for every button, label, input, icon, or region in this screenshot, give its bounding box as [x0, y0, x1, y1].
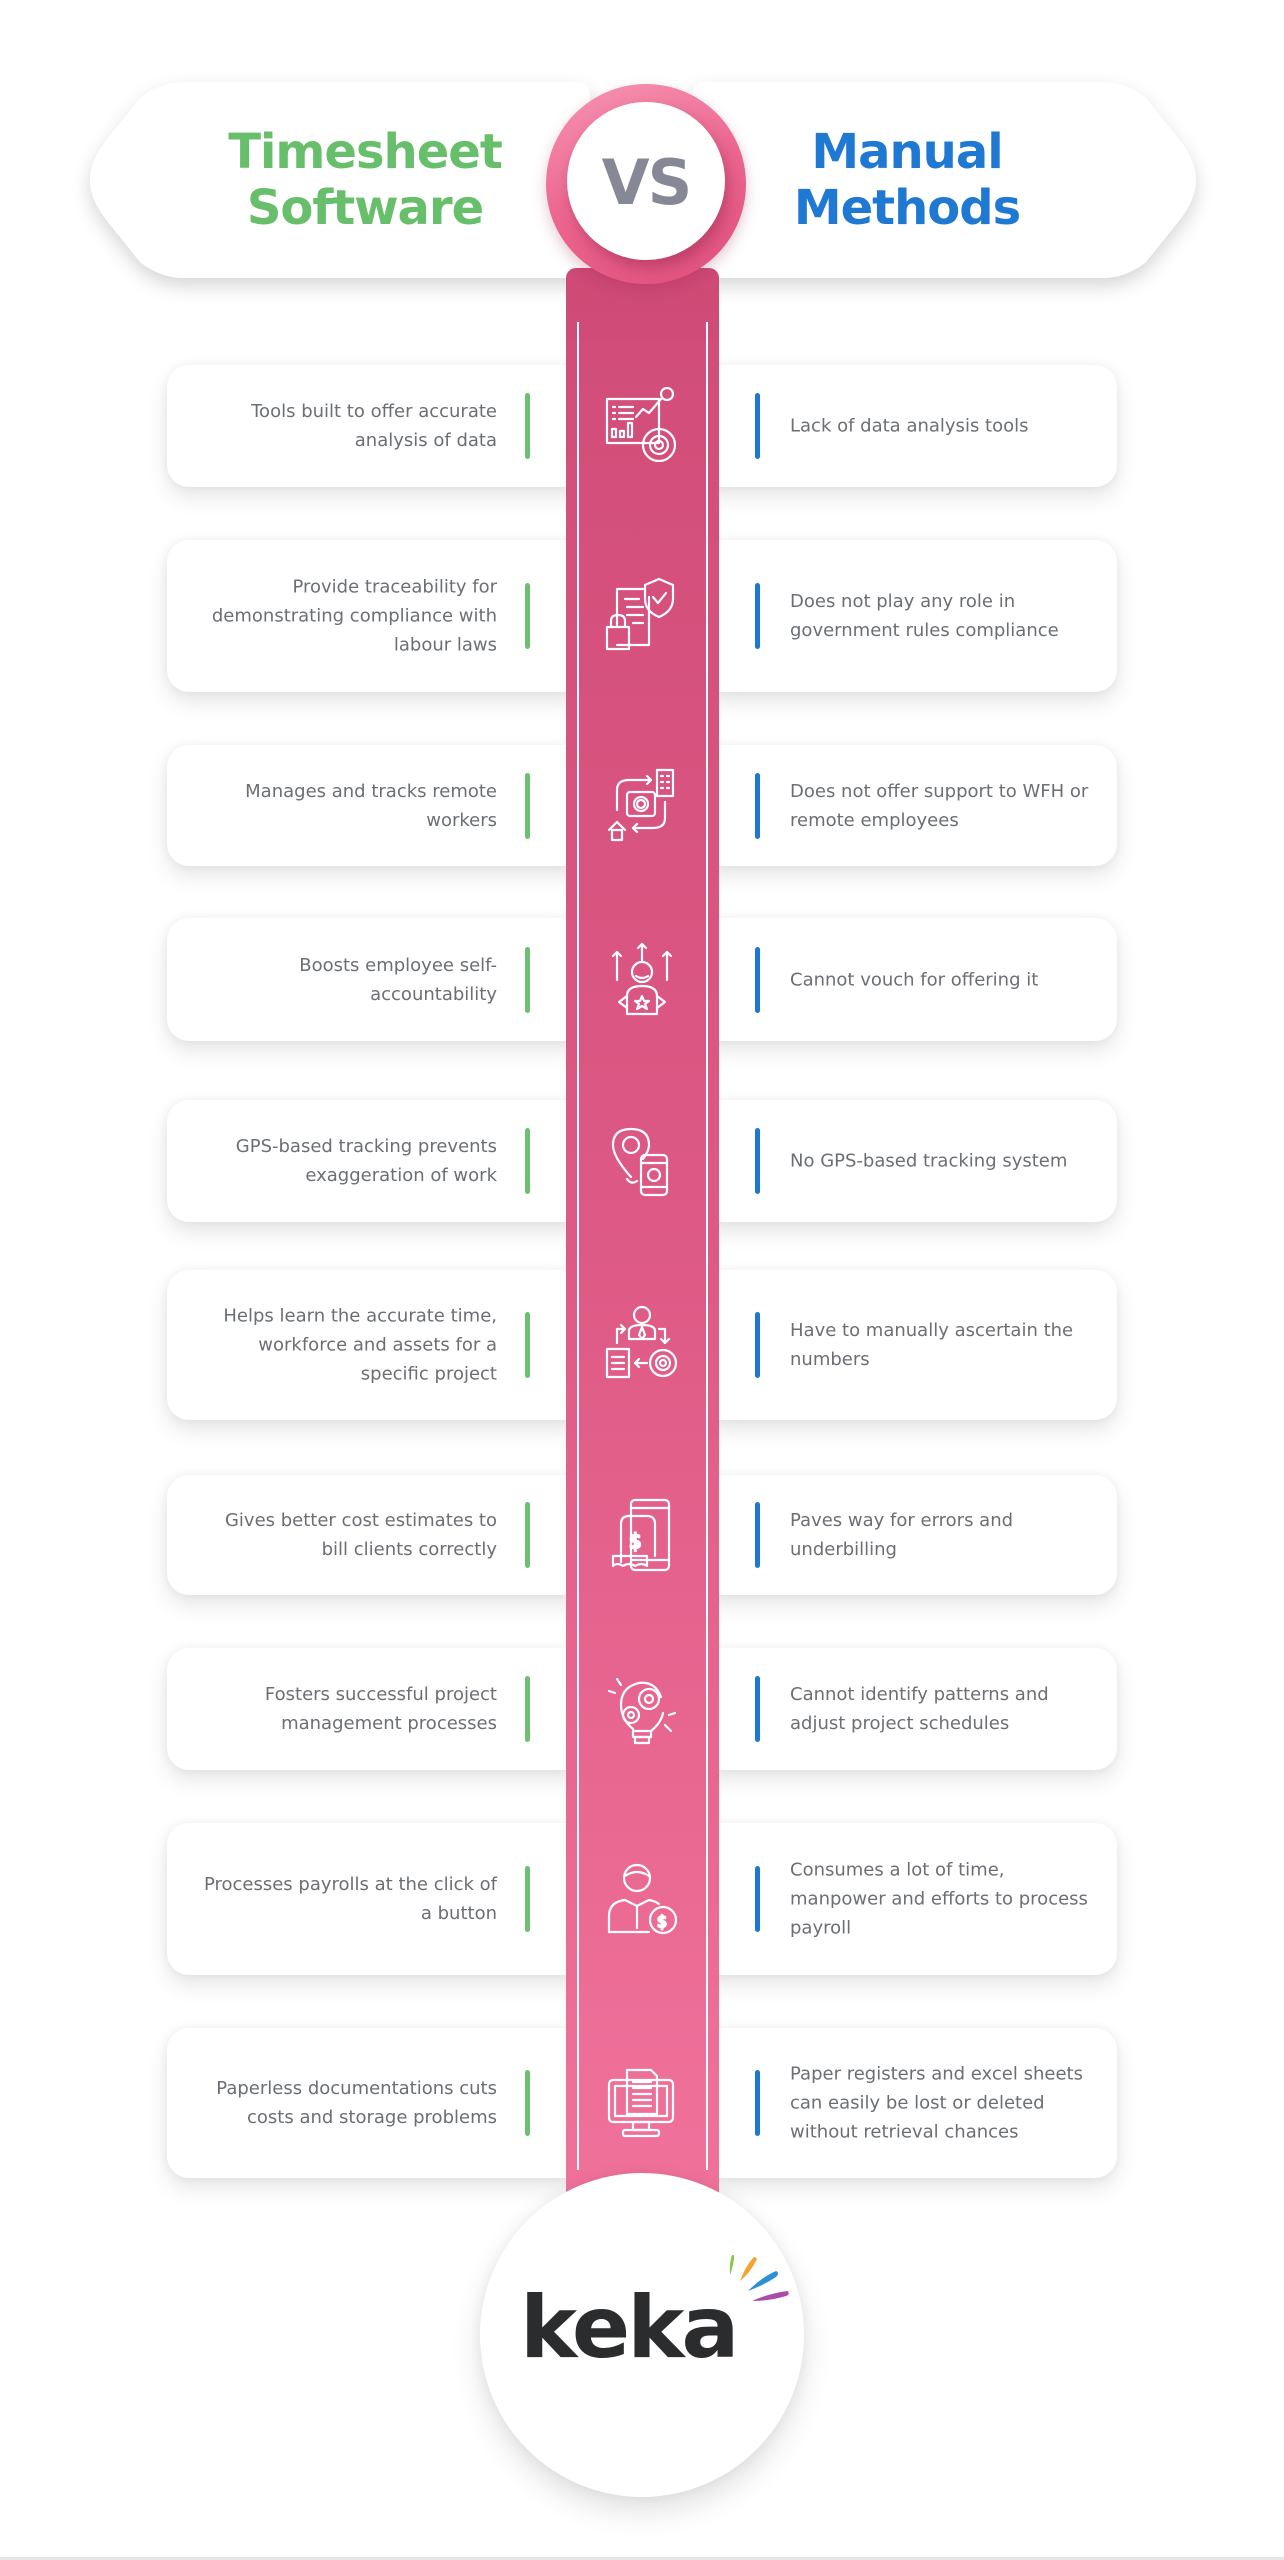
manual-card: Cannot vouch for offering it: [700, 918, 1117, 1041]
vs-badge-inner: VS: [567, 102, 725, 260]
manual-accent-bar: [755, 583, 760, 649]
manual-point: Lack of data analysis tools: [790, 415, 1029, 437]
software-point: Manages and tracks remote workers: [245, 780, 497, 831]
software-title-line-2: Software: [246, 180, 484, 236]
software-accent-bar: [525, 772, 530, 839]
software-accent-bar: [525, 1676, 530, 1742]
software-point: Provide traceability for demonstrating c…: [211, 576, 497, 656]
software-card: Provide traceability for demonstrating c…: [167, 540, 587, 692]
software-accent-bar: [525, 1128, 530, 1194]
manual-card: No GPS-based tracking system: [700, 1100, 1117, 1222]
software-point: Gives better cost estimates to bill clie…: [224, 1510, 497, 1560]
software-point: Processes payrolls at the click of a but…: [203, 1874, 497, 1924]
software-card: GPS-based tracking prevents exaggeration…: [167, 1100, 587, 1222]
idea-gear-bulb-icon: [603, 1669, 681, 1747]
software-point: Tools built to offer accurate analysis o…: [251, 401, 497, 451]
software-accent-bar: [525, 393, 530, 459]
software-card: Paperless documentations cuts costs and …: [167, 2028, 587, 2178]
vs-label: VS: [601, 145, 693, 219]
manual-point: Paves way for errors and underbilling: [790, 1510, 1014, 1560]
manual-point: Does not offer support to WFH or remote …: [790, 780, 1089, 831]
remote-work-icon: [603, 766, 681, 844]
software-accent-bar: [525, 1866, 530, 1932]
manual-accent-bar: [755, 1866, 760, 1932]
manual-accent-bar: [755, 1128, 760, 1194]
manual-point: Cannot vouch for offering it: [790, 969, 1039, 990]
software-point: Fosters successful project management pr…: [264, 1684, 497, 1734]
software-card: Gives better cost estimates to bill clie…: [167, 1475, 587, 1595]
logo-sparkle-icon: [729, 2254, 789, 2301]
manual-card: Cannot identify patterns and adjust proj…: [700, 1648, 1117, 1770]
manual-card: Have to manually ascertain the numbers: [700, 1270, 1117, 1420]
keka-logo-badge: keka: [480, 2173, 804, 2497]
column-divider-left: [577, 340, 579, 2170]
logo-ray-blue: [748, 2271, 778, 2291]
manual-title-line-2: Methods: [793, 180, 1021, 236]
manual-methods-header: Manual Methods: [692, 82, 1196, 278]
software-title-line-1: Timesheet: [228, 124, 503, 180]
manual-card: Paves way for errors and underbilling: [700, 1475, 1117, 1595]
manual-accent-bar: [755, 946, 760, 1013]
svg-text:$: $: [629, 1529, 642, 1553]
data-analytics-icon: [603, 386, 681, 465]
software-point: Helps learn the accurate time, workforce…: [223, 1305, 497, 1385]
manual-title-line-1: Manual: [811, 124, 1003, 180]
manual-accent-bar: [755, 1502, 760, 1568]
manual-point: Consumes a lot of time, manpower and eff…: [790, 1859, 1088, 1939]
software-card: Processes payrolls at the click of a but…: [167, 1823, 587, 1975]
billing-invoice-icon: $: [603, 1496, 681, 1574]
software-card: Helps learn the accurate time, workforce…: [167, 1270, 587, 1420]
manual-card: Lack of data analysis tools: [700, 365, 1117, 487]
manual-point: Cannot identify patterns and adjust proj…: [790, 1684, 1049, 1734]
software-accent-bar: [525, 2070, 530, 2136]
keka-logo-wordmark: keka: [520, 2278, 739, 2378]
manual-point: No GPS-based tracking system: [790, 1150, 1068, 1172]
gps-location-phone-icon: [603, 1121, 681, 1199]
manual-card: Does not offer support to WFH or remote …: [700, 745, 1117, 866]
software-card: Boosts employee self-accountability: [167, 918, 587, 1041]
software-card: Fosters successful project management pr…: [167, 1648, 587, 1770]
logo-ray-purple: [752, 2291, 789, 2301]
logo-ray-green: [729, 2254, 735, 2275]
software-card: Manages and tracks remote workers: [167, 745, 587, 866]
logo-ray-orange: [740, 2257, 757, 2281]
paperless-monitor-document-icon: [603, 2066, 681, 2144]
manual-point: Does not play any role in government rul…: [790, 591, 1059, 641]
manual-point: Have to manually ascertain the numbers: [790, 1320, 1074, 1370]
column-divider-right: [706, 340, 708, 2170]
manual-card: Does not play any role in government rul…: [700, 540, 1117, 692]
manual-accent-bar: [755, 2070, 760, 2136]
software-accent-bar: [525, 1312, 530, 1378]
manual-card: Consumes a lot of time, manpower and eff…: [700, 1823, 1117, 1975]
timesheet-software-header: Timesheet Software: [90, 82, 590, 278]
manual-accent-bar: [755, 772, 760, 839]
manual-title: Manual Methods: [692, 124, 1122, 236]
software-title: Timesheet Software: [150, 124, 580, 236]
vs-badge: VS: [546, 84, 746, 284]
compliance-document-shield-icon: [603, 575, 681, 653]
payroll-person-dollar-icon: $: [603, 1858, 681, 1936]
software-accent-bar: [525, 583, 530, 649]
workforce-process-icon: [603, 1303, 681, 1381]
manual-card: Paper registers and excel sheets can eas…: [700, 2028, 1117, 2178]
software-point: GPS-based tracking prevents exaggeration…: [235, 1136, 497, 1186]
svg-text:$: $: [657, 1912, 667, 1931]
software-card: Tools built to offer accurate analysis o…: [167, 365, 587, 487]
software-point: Boosts employee self-accountability: [299, 954, 497, 1005]
software-accent-bar: [525, 946, 530, 1013]
employee-growth-icon: [603, 940, 681, 1018]
manual-accent-bar: [755, 393, 760, 459]
software-accent-bar: [525, 1502, 530, 1568]
manual-accent-bar: [755, 1312, 760, 1378]
software-point: Paperless documentations cuts costs and …: [216, 2078, 497, 2128]
manual-point: Paper registers and excel sheets can eas…: [790, 2063, 1083, 2143]
manual-accent-bar: [755, 1676, 760, 1742]
